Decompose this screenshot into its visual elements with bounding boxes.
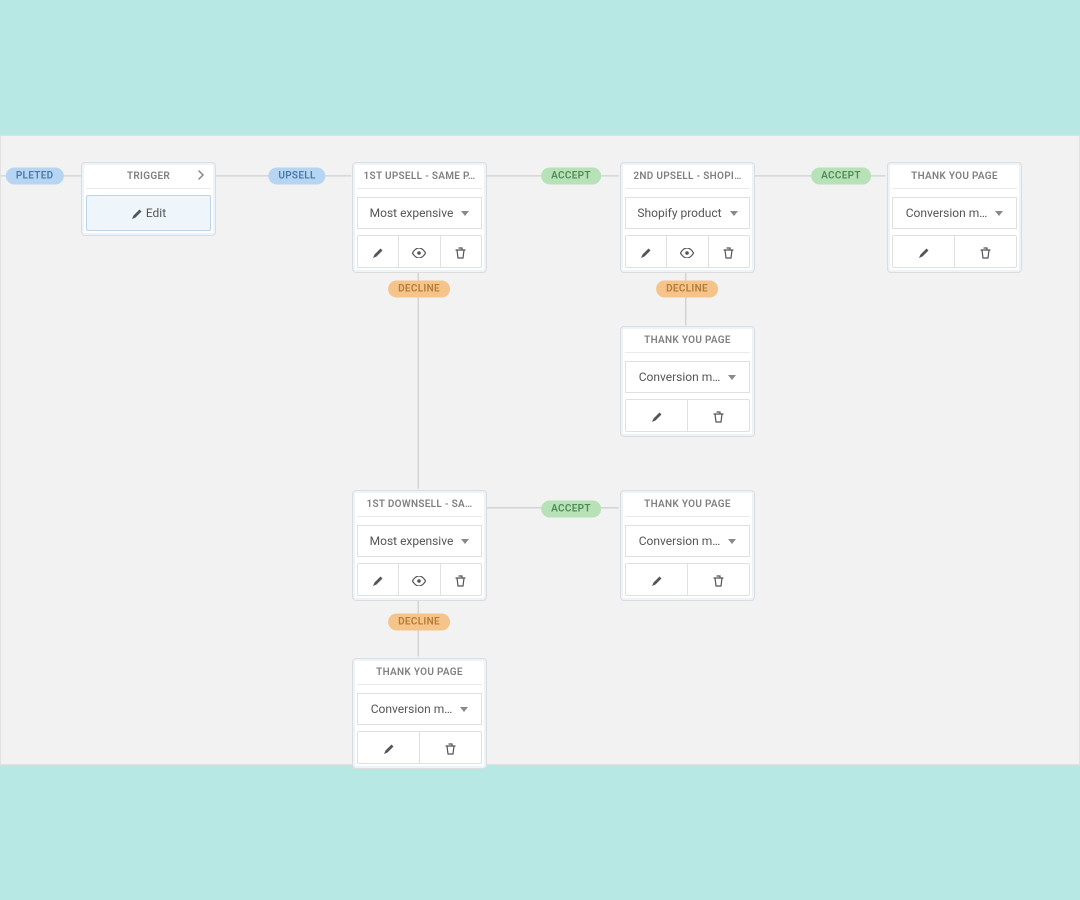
thankyou-select[interactable]: Conversion m… — [357, 693, 482, 725]
thankyou-actions — [892, 235, 1017, 268]
caret-icon — [461, 539, 469, 544]
delete-button[interactable] — [688, 400, 749, 431]
thankyou-select[interactable]: Conversion m… — [892, 197, 1017, 229]
upsell2-actions — [625, 235, 750, 268]
caret-icon — [728, 375, 736, 380]
thankyou-node-topright: THANK YOU PAGE Conversion m… — [887, 162, 1022, 273]
delete-button[interactable] — [420, 732, 481, 763]
pencil-icon — [131, 208, 143, 220]
delete-button[interactable] — [441, 564, 481, 595]
pencil-icon — [918, 247, 930, 259]
thankyou-node-under-upsell2: THANK YOU PAGE Conversion m… — [620, 326, 755, 437]
badge-accept-3: ACCEPT — [541, 501, 601, 518]
thankyou-select[interactable]: Conversion m… — [625, 525, 750, 557]
upsell2-title: 2ND UPSELL - SHOPI… — [625, 167, 750, 189]
upsell2-node: 2ND UPSELL - SHOPI… Shopify product — [620, 162, 755, 273]
trash-icon — [980, 247, 991, 259]
chevron-right-icon — [197, 170, 205, 181]
badge-completed: PLETED — [6, 168, 64, 185]
badge-decline-1: DECLINE — [388, 281, 450, 298]
trigger-title: TRIGGER — [86, 167, 211, 189]
thankyou-title: THANK YOU PAGE — [357, 663, 482, 685]
edit-button[interactable] — [626, 400, 688, 431]
trash-icon — [713, 575, 724, 587]
badge-decline-2: DECLINE — [656, 281, 718, 298]
badge-decline-3: DECLINE — [388, 614, 450, 631]
downsell1-actions — [357, 563, 482, 596]
trash-icon — [455, 247, 466, 259]
thankyou-title: THANK YOU PAGE — [625, 495, 750, 517]
trash-icon — [445, 743, 456, 755]
delete-button[interactable] — [955, 236, 1016, 267]
upsell1-title: 1ST UPSELL - SAME P… — [357, 167, 482, 189]
eye-icon — [412, 248, 426, 258]
caret-icon — [728, 539, 736, 544]
pencil-icon — [372, 247, 384, 259]
edit-label: Edit — [146, 206, 166, 220]
pencil-icon — [651, 575, 663, 587]
upsell1-actions — [357, 235, 482, 268]
caret-icon — [730, 211, 738, 216]
downsell1-node: 1ST DOWNSELL - SA… Most expensive — [352, 490, 487, 601]
delete-button[interactable] — [441, 236, 481, 267]
edit-button[interactable] — [358, 564, 399, 595]
pencil-icon — [383, 743, 395, 755]
badge-accept-1: ACCEPT — [541, 168, 601, 185]
upsell2-select[interactable]: Shopify product — [625, 197, 750, 229]
badge-accept-2: ACCEPT — [811, 168, 871, 185]
caret-icon — [995, 211, 1003, 216]
edit-button[interactable] — [358, 236, 399, 267]
thankyou-actions — [625, 563, 750, 596]
pencil-icon — [640, 247, 652, 259]
trigger-node: TRIGGER Edit — [81, 162, 216, 236]
flow-canvas: PLETED UPSELL ACCEPT ACCEPT DECLINE DECL… — [0, 135, 1080, 765]
pencil-icon — [651, 411, 663, 423]
caret-icon — [460, 707, 468, 712]
pencil-icon — [372, 575, 384, 587]
eye-icon — [412, 576, 426, 586]
thankyou-node-under-downsell: THANK YOU PAGE Conversion m… — [352, 658, 487, 769]
downsell1-title: 1ST DOWNSELL - SA… — [357, 495, 482, 517]
upsell1-node: 1ST UPSELL - SAME P… Most expensive — [352, 162, 487, 273]
thankyou-node-right-of-downsell: THANK YOU PAGE Conversion m… — [620, 490, 755, 601]
caret-icon — [461, 211, 469, 216]
preview-button[interactable] — [399, 564, 440, 595]
edit-button[interactable] — [893, 236, 955, 267]
trash-icon — [723, 247, 734, 259]
preview-button[interactable] — [399, 236, 440, 267]
edit-button[interactable] — [358, 732, 420, 763]
trash-icon — [713, 411, 724, 423]
upsell1-select[interactable]: Most expensive — [357, 197, 482, 229]
thankyou-title: THANK YOU PAGE — [892, 167, 1017, 189]
thankyou-select[interactable]: Conversion m… — [625, 361, 750, 393]
thankyou-actions — [625, 399, 750, 432]
delete-button[interactable] — [688, 564, 749, 595]
thankyou-title: THANK YOU PAGE — [625, 331, 750, 353]
thankyou-actions — [357, 731, 482, 764]
edit-trigger-button[interactable]: Edit — [86, 195, 211, 231]
preview-button[interactable] — [667, 236, 708, 267]
badge-upsell: UPSELL — [268, 168, 325, 185]
edit-button[interactable] — [626, 236, 667, 267]
delete-button[interactable] — [709, 236, 749, 267]
eye-icon — [680, 248, 694, 258]
edit-button[interactable] — [626, 564, 688, 595]
trash-icon — [455, 575, 466, 587]
downsell1-select[interactable]: Most expensive — [357, 525, 482, 557]
